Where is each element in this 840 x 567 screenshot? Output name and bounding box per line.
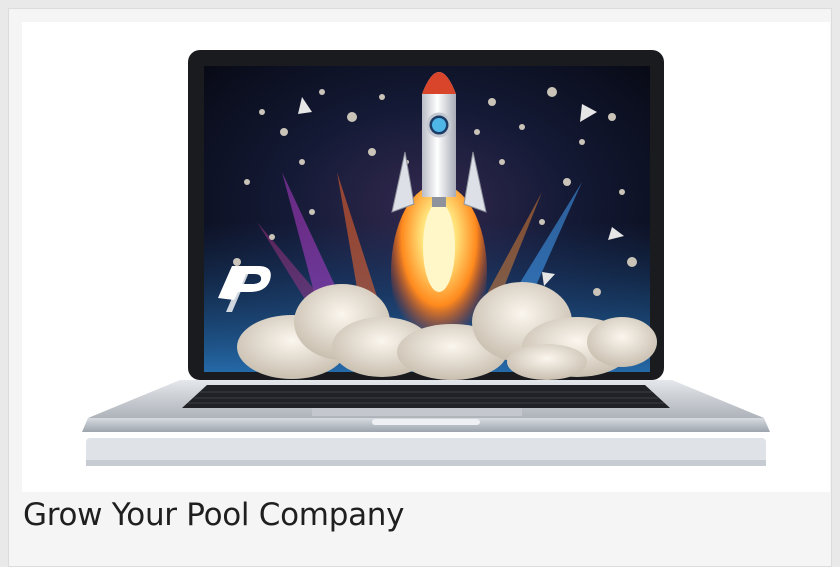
keyboard bbox=[182, 385, 670, 408]
feature-card[interactable]: Grow Your Pool Company bbox=[8, 8, 832, 567]
card-title[interactable]: Grow Your Pool Company bbox=[23, 495, 404, 535]
trackpad bbox=[312, 408, 522, 416]
laptop-rocket-illustration bbox=[82, 50, 770, 466]
hero-image bbox=[22, 22, 830, 492]
